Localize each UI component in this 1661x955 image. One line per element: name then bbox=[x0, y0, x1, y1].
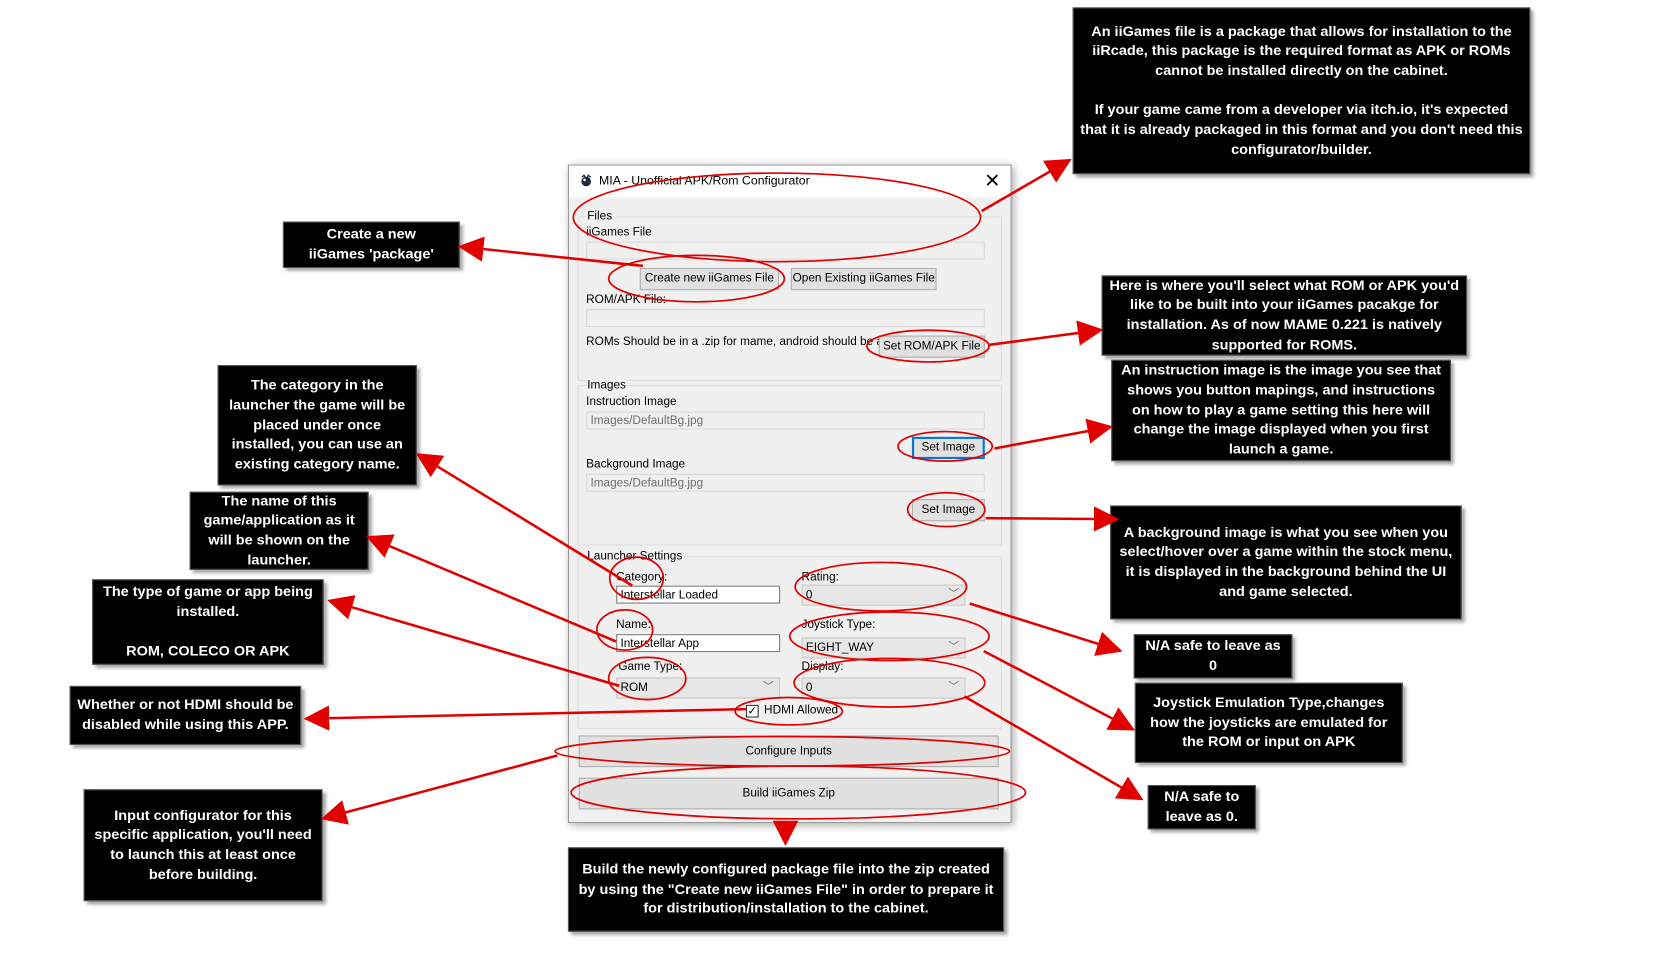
rom-apk-file-label: ROM/APK File: bbox=[586, 293, 667, 307]
note-joystick: Joystick Emulation Type,changes how the … bbox=[1134, 682, 1403, 763]
game-type-value: ROM bbox=[620, 681, 648, 695]
display-label: Display: bbox=[801, 660, 844, 674]
note-build-zip: Build the newly configured package file … bbox=[567, 847, 1005, 932]
launcher-settings-legend: Launcher Settings bbox=[586, 549, 684, 563]
chevron-down-icon: ﹀ bbox=[948, 641, 960, 654]
note-create-new: Create a new iiGames 'package' bbox=[282, 221, 460, 269]
name-input[interactable]: Interstellar App bbox=[616, 634, 781, 653]
hdmi-allowed-checkbox[interactable]: ✓ bbox=[745, 704, 759, 718]
joystick-type-label: Joystick Type: bbox=[801, 618, 876, 632]
note-hdmi: Whether or not HDMI should be disabled w… bbox=[69, 685, 302, 745]
joystick-type-value: EIGHT_WAY bbox=[805, 641, 874, 655]
name-label: Name: bbox=[616, 618, 651, 632]
note-background-image: A background image is what you see when … bbox=[1110, 505, 1462, 620]
game-type-select[interactable]: ROM ﹀ bbox=[616, 677, 781, 699]
iigames-file-field[interactable] bbox=[586, 241, 985, 260]
title-bar[interactable]: MIA - Unofficial APK/Rom Configurator ✕ bbox=[569, 165, 1011, 198]
close-icon[interactable]: ✕ bbox=[981, 169, 1005, 192]
note-instruction-image: An instruction image is the image you se… bbox=[1111, 359, 1451, 462]
rom-hint-text: ROMs Should be in a .zip for mame, andro… bbox=[586, 335, 896, 349]
configure-inputs-button[interactable]: Configure Inputs bbox=[578, 735, 999, 768]
set-background-image-button[interactable]: Set Image bbox=[911, 499, 985, 522]
open-iigames-file-button[interactable]: Open Existing iiGames File bbox=[790, 268, 937, 291]
category-input[interactable]: Interstellar Loaded bbox=[616, 585, 781, 604]
rating-select[interactable]: 0 ﹀ bbox=[801, 584, 966, 606]
instruction-image-field[interactable]: Images/DefaultBg.jpg bbox=[586, 411, 985, 430]
note-rom-apk: Here is where you'll select what ROM or … bbox=[1101, 275, 1468, 356]
instruction-image-label: Instruction Image bbox=[586, 395, 677, 409]
note-category: The category in the launcher the game wi… bbox=[217, 365, 417, 486]
rating-label: Rating: bbox=[801, 570, 839, 584]
create-iigames-file-button[interactable]: Create new iiGames File bbox=[639, 268, 780, 291]
background-image-label: Background Image bbox=[586, 457, 686, 471]
iigames-file-label: iiGames File bbox=[586, 225, 652, 239]
chevron-down-icon: ﹀ bbox=[948, 681, 960, 694]
rom-apk-file-field[interactable] bbox=[586, 309, 985, 328]
set-rom-apk-file-button[interactable]: Set ROM/APK File bbox=[878, 335, 985, 358]
note-game-type: The type of game or app being installed.… bbox=[92, 579, 324, 665]
note-rating: N/A safe to leave as 0 bbox=[1133, 634, 1293, 679]
app-icon bbox=[581, 174, 591, 187]
background-image-field[interactable]: Images/DefaultBg.jpg bbox=[586, 473, 985, 492]
annotated-screenshot: MIA - Unofficial APK/Rom Configurator ✕ … bbox=[0, 0, 1661, 955]
note-display: N/A safe to leave as 0. bbox=[1147, 785, 1256, 830]
chevron-down-icon: ﹀ bbox=[762, 681, 774, 694]
display-value: 0 bbox=[805, 681, 813, 695]
note-iigames-file: An iiGames file is a package that allows… bbox=[1072, 7, 1531, 175]
set-instruction-image-button[interactable]: Set Image bbox=[911, 436, 985, 460]
joystick-type-select[interactable]: EIGHT_WAY ﹀ bbox=[801, 637, 966, 659]
build-iigames-zip-button[interactable]: Build iiGames Zip bbox=[578, 777, 999, 810]
game-type-label: Game Type: bbox=[618, 660, 683, 674]
images-legend: Images bbox=[586, 378, 627, 392]
hdmi-allowed-label[interactable]: HDMI Allowed bbox=[764, 704, 838, 717]
note-configure-inputs: Input configurator for this specific app… bbox=[83, 789, 323, 902]
category-label: Category: bbox=[616, 570, 668, 584]
note-name: The name of this game/application as it … bbox=[189, 491, 369, 570]
display-select[interactable]: 0 ﹀ bbox=[801, 677, 966, 699]
window-title: MIA - Unofficial APK/Rom Configurator bbox=[599, 175, 810, 188]
rating-value: 0 bbox=[805, 588, 813, 602]
chevron-down-icon: ﹀ bbox=[948, 588, 960, 601]
files-legend: Files bbox=[586, 209, 614, 223]
arrow-configure bbox=[320, 754, 558, 825]
configurator-dialog: MIA - Unofficial APK/Rom Configurator ✕ … bbox=[567, 164, 1012, 824]
